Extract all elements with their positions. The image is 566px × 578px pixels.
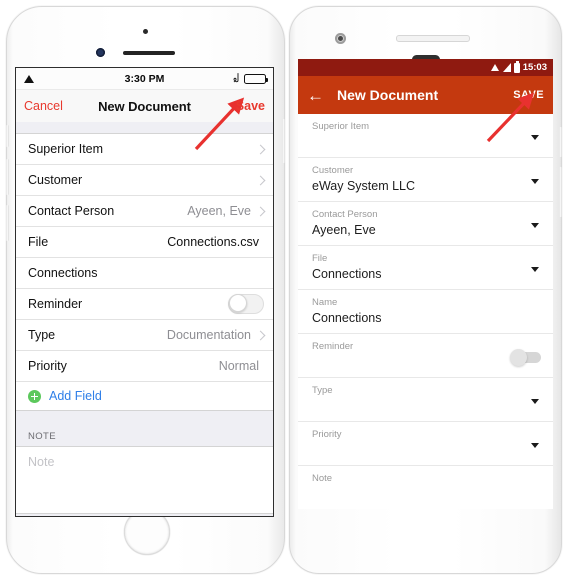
back-arrow-icon[interactable]: ← — [307, 87, 324, 104]
row-label: Customer — [28, 173, 83, 187]
field-value: Connections — [312, 267, 382, 281]
ios-status-bar: 3:30 PM ꒻ — [16, 68, 273, 90]
battery-icon — [244, 73, 268, 84]
ios-nav-bar: Cancel New Document Save — [16, 90, 273, 123]
signal-icon — [502, 63, 511, 72]
chevron-down-icon[interactable] — [531, 179, 539, 184]
silent-switch[interactable] — [6, 125, 9, 147]
row-value: Connections.csv — [167, 235, 259, 249]
note-placeholder: Note — [28, 455, 55, 469]
row-contact-person[interactable]: Contact Person Ayeen, Eve — [16, 196, 273, 227]
power-button[interactable] — [282, 119, 285, 163]
row-value: Ayeen, Eve — [187, 204, 251, 218]
row-label: Type — [28, 328, 56, 342]
field-label: Customer — [312, 165, 354, 176]
field-contact-person[interactable]: Contact Person Ayeen, Eve — [298, 202, 553, 246]
iphone-device: 3:30 PM ꒻ Cancel New Document Save Super… — [6, 6, 285, 574]
row-type[interactable]: Type Documentation — [16, 320, 273, 351]
android-clock: 15:03 — [522, 62, 547, 73]
battery-icon — [513, 61, 520, 73]
field-customer[interactable]: Customer eWay System LLC — [298, 158, 553, 202]
volume-button[interactable] — [559, 167, 562, 217]
row-label: Reminder — [28, 297, 83, 311]
chevron-right-icon — [255, 175, 266, 185]
bluetooth-icon: ꒻ — [232, 74, 240, 85]
field-superior-item[interactable]: Superior Item — [298, 114, 553, 158]
cancel-button[interactable]: Cancel — [24, 99, 63, 113]
field-label: Contact Person — [312, 209, 378, 220]
field-file[interactable]: File Connections — [298, 246, 553, 290]
save-button[interactable]: Save — [236, 99, 265, 113]
android-status-bar: 15:03 — [298, 59, 553, 76]
row-label: File — [28, 235, 49, 249]
row-reminder[interactable]: Reminder — [16, 289, 273, 320]
add-field-button[interactable]: Add Field — [16, 382, 273, 410]
field-label: Note — [312, 473, 333, 484]
section-gap — [16, 411, 273, 431]
add-field-label: Add Field — [49, 389, 102, 403]
field-label: Type — [312, 385, 333, 396]
row-value: Documentation — [166, 328, 251, 342]
row-label: Priority — [28, 359, 67, 373]
plus-circle-icon — [28, 389, 41, 403]
chevron-right-icon — [255, 144, 266, 154]
page-title: New Document — [337, 87, 439, 103]
field-reminder[interactable]: Reminder — [298, 334, 553, 378]
row-priority[interactable]: Priority Normal — [16, 351, 273, 382]
android-form-body: Superior Item Customer eWay System LLC C… — [298, 114, 553, 509]
field-label: Reminder — [312, 341, 354, 352]
chevron-down-icon[interactable] — [531, 267, 539, 272]
note-input[interactable]: Note — [16, 446, 273, 514]
chevron-right-icon — [255, 330, 266, 340]
volume-up-button[interactable] — [6, 159, 9, 195]
section-gap — [16, 122, 273, 133]
toggle-knob — [510, 349, 527, 366]
row-value: Normal — [218, 359, 259, 373]
chevron-right-icon — [255, 206, 266, 216]
save-button[interactable]: SAVE — [513, 89, 544, 101]
row-label: Superior Item — [28, 142, 104, 156]
chevron-down-icon[interactable] — [531, 223, 539, 228]
note-section-header: NOTE — [16, 431, 273, 446]
field-priority[interactable]: Priority — [298, 422, 553, 466]
toggle-knob — [229, 294, 247, 312]
field-value: Connections — [312, 311, 382, 325]
ios-field-group: Superior Item Customer Contact Person Ay… — [16, 133, 273, 411]
ios-form-body: Superior Item Customer Contact Person Ay… — [16, 122, 273, 516]
android-screen: 15:03 ← New Document SAVE Superior Item … — [298, 59, 553, 509]
field-name[interactable]: Name Connections — [298, 290, 553, 334]
screenshot-stage: 3:30 PM ꒻ Cancel New Document Save Super… — [0, 0, 566, 578]
front-camera-icon — [335, 33, 346, 44]
field-label: File — [312, 253, 328, 264]
row-file[interactable]: File Connections.csv — [16, 227, 273, 258]
field-label: Superior Item — [312, 121, 370, 132]
field-label: Name — [312, 297, 338, 308]
row-label: Connections — [28, 266, 98, 280]
earpiece-speaker — [396, 35, 470, 42]
row-connections[interactable]: Connections — [16, 258, 273, 289]
row-customer[interactable]: Customer — [16, 165, 273, 196]
volume-down-button[interactable] — [6, 205, 9, 241]
proximity-sensor-icon — [142, 29, 148, 34]
field-value: Ayeen, Eve — [312, 223, 376, 237]
iphone-screen: 3:30 PM ꒻ Cancel New Document Save Super… — [15, 67, 274, 517]
chevron-down-icon[interactable] — [531, 443, 539, 448]
front-camera-icon — [96, 48, 105, 57]
android-device: 15:03 ← New Document SAVE Superior Item … — [289, 6, 562, 574]
status-right: ꒻ — [232, 72, 268, 85]
field-note[interactable]: Note — [298, 466, 553, 509]
wifi-icon — [490, 63, 500, 72]
row-superior-item[interactable]: Superior Item — [16, 134, 273, 165]
reminder-toggle[interactable] — [228, 294, 264, 314]
chevron-down-icon[interactable] — [531, 399, 539, 404]
power-button[interactable] — [559, 127, 562, 157]
row-label: Contact Person — [28, 204, 115, 218]
reminder-toggle[interactable] — [510, 349, 541, 366]
field-type[interactable]: Type — [298, 378, 553, 422]
earpiece-speaker — [123, 51, 175, 55]
field-value: eWay System LLC — [312, 179, 416, 193]
chevron-down-icon[interactable] — [531, 135, 539, 140]
field-label: Priority — [312, 429, 342, 440]
android-toolbar: ← New Document SAVE — [298, 76, 553, 114]
